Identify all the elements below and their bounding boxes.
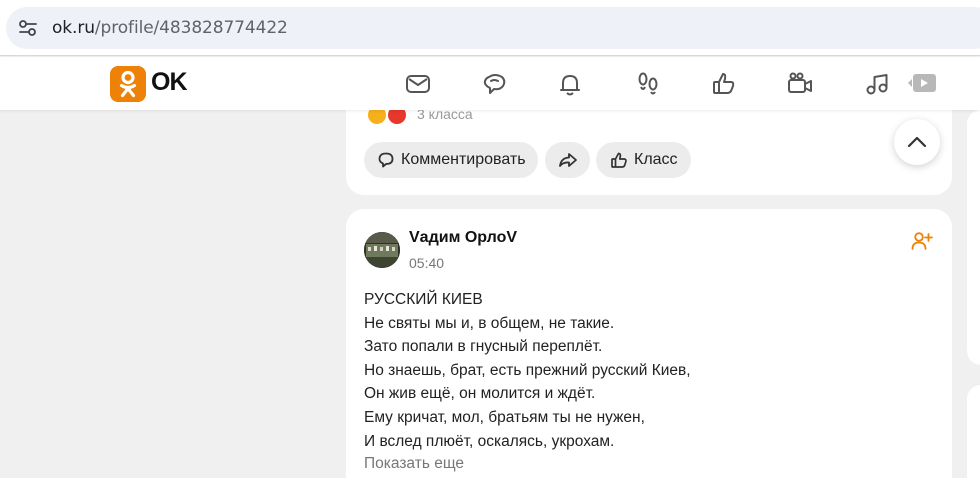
- klass-button[interactable]: Класс: [596, 142, 691, 178]
- music-icon[interactable]: [862, 69, 892, 99]
- messages-icon[interactable]: [403, 69, 433, 99]
- url-text[interactable]: ok.ru/profile/483828774422: [52, 18, 288, 38]
- live-video-icon[interactable]: [906, 69, 936, 99]
- share-button[interactable]: [545, 142, 590, 178]
- chevron-up-icon: [907, 136, 927, 148]
- thumbs-up-icon: [611, 152, 627, 168]
- notifications-icon[interactable]: [555, 69, 585, 99]
- post-text: РУССКИЙ КИЕВ Не святы мы и, в общем, не …: [364, 288, 691, 453]
- share-icon: [558, 153, 577, 167]
- guests-icon[interactable]: [633, 69, 663, 99]
- post-line: РУССКИЙ КИЕВ: [364, 291, 483, 308]
- comment-label: Комментировать: [401, 151, 526, 168]
- post-line: Ему кричат, мол, братьям ты не нужен,: [364, 408, 645, 426]
- post-line: Зато попали в гнусный переплёт.: [364, 338, 603, 356]
- comment-button[interactable]: Комментировать: [364, 142, 538, 178]
- ok-top-nav: OK: [0, 57, 980, 110]
- side-card-edge: [967, 385, 980, 478]
- author-name[interactable]: Vадим ОрлоV: [409, 229, 517, 247]
- side-card-edge: [967, 110, 980, 365]
- post-time[interactable]: 05:40: [409, 255, 444, 271]
- post-line: Не святы мы и, в общем, не такие.: [364, 314, 615, 332]
- post-line: Но знаешь, брат, есть прежний русский Ки…: [364, 361, 691, 379]
- browser-address-bar: ok.ru/profile/483828774422: [0, 0, 980, 56]
- post-line: Он жив ещё, он молится и ждёт.: [364, 385, 596, 403]
- discussions-icon[interactable]: [479, 69, 509, 99]
- site-settings-icon[interactable]: [18, 19, 38, 37]
- show-more-link[interactable]: Показать еще: [364, 455, 464, 473]
- scroll-to-top-button[interactable]: [894, 119, 940, 165]
- add-friend-icon[interactable]: [911, 231, 933, 251]
- ok-logo-icon[interactable]: [110, 66, 146, 102]
- author-avatar[interactable]: [364, 232, 400, 268]
- video-icon[interactable]: [785, 69, 815, 99]
- url-field[interactable]: ok.ru/profile/483828774422: [6, 7, 980, 49]
- klass-label: Класс: [634, 151, 678, 168]
- post-line: И вслед плюёт, оскалясь, укрохам.: [364, 432, 615, 450]
- ok-wordmark[interactable]: OK: [151, 68, 187, 97]
- url-domain: ok.ru: [52, 18, 95, 38]
- likes-icon[interactable]: [709, 69, 739, 99]
- comment-icon: [378, 152, 394, 168]
- url-path: /profile/483828774422: [94, 18, 288, 38]
